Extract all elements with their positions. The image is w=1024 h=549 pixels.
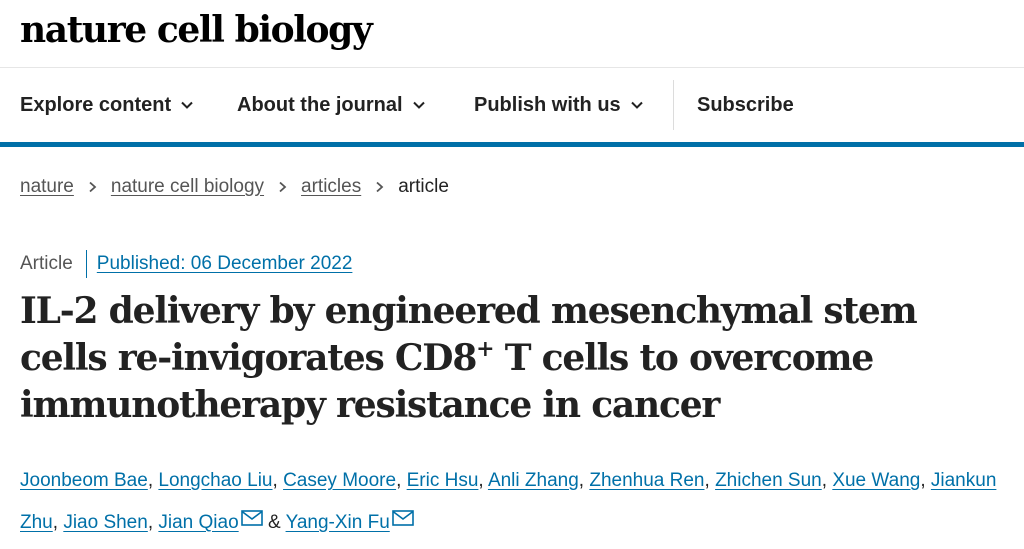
article-title: IL-2 delivery by engineered mesenchymal … [20, 288, 1010, 429]
author-link[interactable]: Zhichen Sun [715, 470, 822, 491]
chevron-right-icon [279, 181, 287, 193]
mail-icon[interactable] [391, 510, 414, 526]
article-meta: Article Published: 06 December 2022 [20, 250, 352, 278]
chevron-down-icon [412, 101, 425, 109]
site-header: nature cell biology [0, 0, 1024, 68]
author-link[interactable]: Casey Moore [283, 470, 396, 491]
nav-explore-content[interactable]: Explore content [20, 68, 193, 142]
breadcrumb-item-articles[interactable]: articles [301, 176, 361, 198]
author-link[interactable]: Xue Wang [832, 470, 920, 491]
breadcrumb-item-journal[interactable]: nature cell biology [111, 176, 264, 198]
article-type: Article [20, 253, 73, 274]
mail-icon[interactable] [240, 510, 263, 526]
main-nav: Explore content About the journal Publis… [0, 68, 1024, 147]
nav-subscribe[interactable]: Subscribe [697, 68, 794, 142]
author-link[interactable]: Zhenhua Ren [589, 470, 704, 491]
author-separator: , [147, 512, 159, 533]
chevron-right-icon [89, 181, 97, 193]
nav-publish-with-us[interactable]: Publish with us [474, 68, 643, 142]
nav-about-label: About the journal [237, 93, 403, 116]
author-and: & [262, 512, 286, 533]
author-separator: , [821, 470, 833, 491]
author-separator: , [147, 470, 159, 491]
breadcrumb-item-nature[interactable]: nature [20, 176, 74, 198]
nav-about-journal[interactable]: About the journal [237, 68, 425, 142]
chevron-down-icon [630, 101, 643, 109]
breadcrumb: nature nature cell biology articles arti… [20, 176, 449, 198]
nav-divider [673, 80, 674, 130]
author-separator: , [396, 470, 407, 491]
journal-logo[interactable]: nature cell biology [20, 6, 373, 54]
author-link[interactable]: Yang-Xin Fu [286, 512, 390, 533]
chevron-right-icon [376, 181, 384, 193]
author-separator: , [272, 470, 284, 491]
author-link[interactable]: Jiao Shen [63, 512, 148, 533]
author-separator: , [704, 470, 716, 491]
author-link[interactable]: Longchao Liu [158, 470, 272, 491]
nav-subscribe-label: Subscribe [697, 93, 794, 116]
nav-publish-label: Publish with us [474, 93, 621, 116]
published-date-link[interactable]: Published: 06 December 2022 [97, 253, 353, 275]
author-separator: , [52, 512, 64, 533]
article-title-superscript: + [476, 336, 494, 362]
chevron-down-icon [181, 101, 193, 109]
meta-divider [85, 250, 87, 278]
author-link[interactable]: Anli Zhang [488, 470, 579, 491]
nav-explore-label: Explore content [20, 93, 172, 116]
author-list: Joonbeom Bae, Longchao Liu, Casey Moore,… [20, 460, 1010, 544]
author-separator: , [578, 470, 590, 491]
breadcrumb-item-current: article [398, 176, 449, 197]
author-separator: , [478, 470, 488, 491]
author-link[interactable]: Eric Hsu [407, 470, 479, 491]
author-link[interactable]: Jian Qiao [158, 512, 238, 533]
author-link[interactable]: Joonbeom Bae [20, 470, 148, 491]
author-separator: , [920, 470, 931, 491]
